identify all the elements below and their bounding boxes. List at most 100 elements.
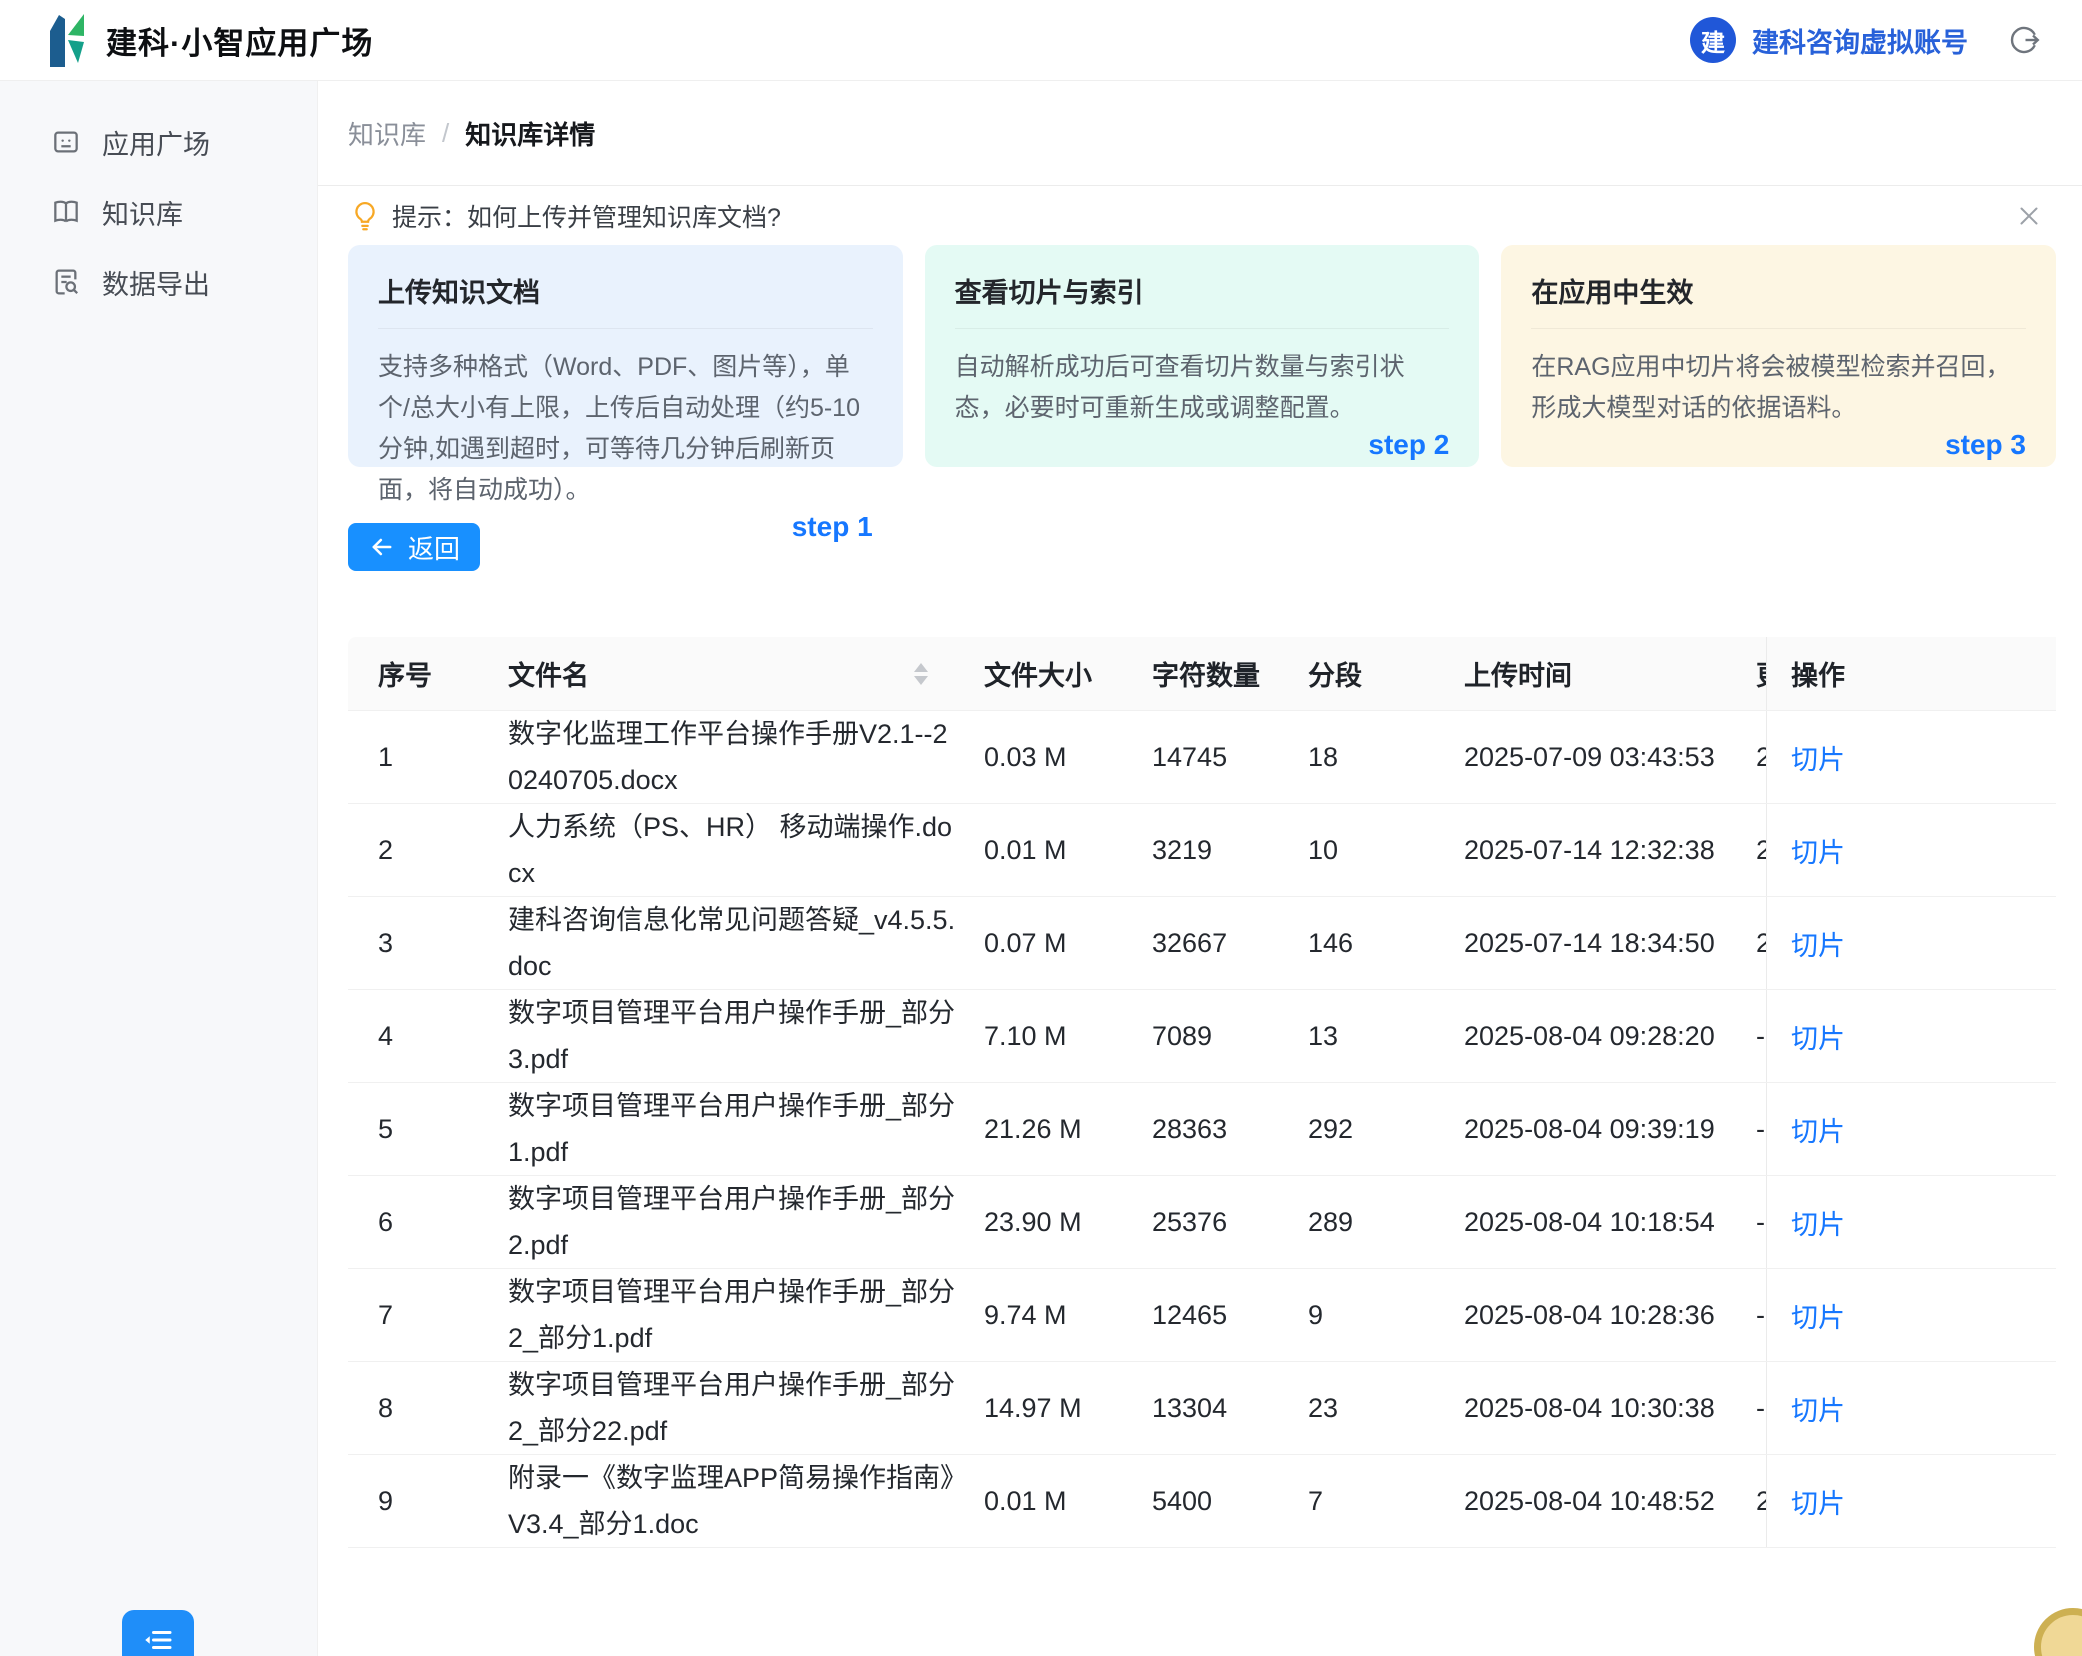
file-size: 14.97 M: [984, 1393, 1152, 1424]
column-header-uploadtime: 上传时间: [1464, 654, 1756, 693]
actions-cell: 切片: [1766, 1362, 2056, 1454]
char-count: 7089: [1152, 1021, 1308, 1052]
sidebar-item-data-export[interactable]: 数据导出: [0, 247, 317, 317]
file-size: 0.01 M: [984, 1486, 1152, 1517]
slice-link[interactable]: 切片: [1791, 1482, 1845, 1521]
row-number: 9: [348, 1486, 508, 1517]
sort-caret-icon[interactable]: [914, 663, 928, 685]
card-title: 上传知识文档: [378, 271, 873, 329]
logout-icon[interactable]: [2006, 22, 2042, 58]
file-name: 建科咨询信息化常见问题答疑_v4.5.5.doc: [508, 897, 984, 989]
actions-cell: 切片: [1766, 1176, 2056, 1268]
breadcrumb: 知识库 / 知识库详情: [318, 81, 2082, 186]
file-name: 数字项目管理平台用户操作手册_部分1.pdf: [508, 1083, 984, 1175]
sidebar-item-label: 应用广场: [102, 123, 210, 162]
main-content: 知识库 / 知识库详情 提示：如何上传并管理知识库文档?: [318, 81, 2082, 1656]
column-header-filename[interactable]: 文件名: [508, 654, 984, 693]
app-plaza-robot-icon: [50, 126, 82, 158]
slice-link[interactable]: 切片: [1791, 831, 1845, 870]
upload-time: 2025-08-04 10:28:36: [1464, 1300, 1756, 1331]
truncated-cell: 2: [1756, 928, 1766, 959]
card-body: 支持多种格式（Word、PDF、图片等），单个/总大小有上限，上传后自动处理（约…: [378, 329, 873, 511]
slice-link[interactable]: 切片: [1791, 924, 1845, 963]
actions-cell: 切片: [1766, 897, 2056, 989]
char-count: 13304: [1152, 1393, 1308, 1424]
close-icon[interactable]: [2014, 201, 2044, 231]
card-body: 自动解析成功后可查看切片数量与索引状态，必要时可重新生成或调整配置。: [955, 329, 1450, 429]
actions-cell: 切片: [1766, 990, 2056, 1082]
step-card-slices: 查看切片与索引 自动解析成功后可查看切片数量与索引状态，必要时可重新生成或调整配…: [925, 245, 1480, 467]
upload-time: 2025-07-14 18:34:50: [1464, 928, 1756, 959]
char-count: 14745: [1152, 742, 1308, 773]
account-name[interactable]: 建科咨询虚拟账号: [1752, 21, 1968, 60]
upload-time: 2025-08-04 09:39:19: [1464, 1114, 1756, 1145]
file-name: 数字项目管理平台用户操作手册_部分2_部分1.pdf: [508, 1269, 984, 1361]
column-header-charcount: 字符数量: [1152, 654, 1308, 693]
slice-link[interactable]: 切片: [1791, 1203, 1845, 1242]
table-row: 8 数字项目管理平台用户操作手册_部分2_部分22.pdf 14.97 M 13…: [348, 1362, 2056, 1455]
page: 建科·小智应用广场 建 建科咨询虚拟账号: [0, 0, 2082, 1656]
breadcrumb-parent-link[interactable]: 知识库: [348, 115, 426, 152]
app-body: 应用广场 知识库: [0, 81, 2082, 1656]
step-card-apply: 在应用中生效 在RAG应用中切片将会被模型检索并召回，形成大模型对话的依据语料。…: [1501, 245, 2056, 467]
segment-count: 146: [1308, 928, 1464, 959]
sidebar-item-label: 知识库: [102, 193, 183, 232]
table-row: 3 建科咨询信息化常见问题答疑_v4.5.5.doc 0.07 M 32667 …: [348, 897, 2056, 990]
column-header-segments: 分段: [1308, 654, 1464, 693]
collapse-sidebar-button[interactable]: [122, 1610, 194, 1656]
table-body: 1 数字化监理工作平台操作手册V2.1--20240705.docx 0.03 …: [348, 711, 2056, 1548]
card-title: 在应用中生效: [1531, 271, 2026, 329]
truncated-cell: 2: [1756, 835, 1766, 866]
step-cards: 上传知识文档 支持多种格式（Word、PDF、图片等），单个/总大小有上限，上传…: [348, 245, 2056, 467]
actions-cell: 切片: [1766, 711, 2056, 803]
upload-time: 2025-08-04 10:48:52: [1464, 1486, 1756, 1517]
row-number: 3: [348, 928, 508, 959]
slice-link[interactable]: 切片: [1791, 1110, 1845, 1149]
file-name: 数字项目管理平台用户操作手册_部分2.pdf: [508, 1176, 984, 1268]
breadcrumb-current: 知识库详情: [465, 115, 595, 152]
char-count: 28363: [1152, 1114, 1308, 1145]
sidebar-item-label: 数据导出: [102, 263, 210, 302]
row-number: 8: [348, 1393, 508, 1424]
sidebar-item-app-plaza[interactable]: 应用广场: [0, 107, 317, 177]
table-row: 1 数字化监理工作平台操作手册V2.1--20240705.docx 0.03 …: [348, 711, 2056, 804]
truncated-cell: -: [1756, 1300, 1766, 1331]
column-header-truncated: 更: [1756, 654, 1766, 693]
breadcrumb-separator: /: [442, 118, 449, 149]
lightbulb-icon: [350, 200, 380, 232]
slice-link[interactable]: 切片: [1791, 1017, 1845, 1056]
upload-time: 2025-08-04 09:28:20: [1464, 1021, 1756, 1052]
knowledge-base-book-icon: [50, 196, 82, 228]
table-row: 9 附录一《数字监理APP简易操作指南》V3.4_部分1.doc 0.01 M …: [348, 1455, 2056, 1548]
sidebar-item-knowledge-base[interactable]: 知识库: [0, 177, 317, 247]
char-count: 32667: [1152, 928, 1308, 959]
file-name: 数字化监理工作平台操作手册V2.1--20240705.docx: [508, 711, 984, 803]
row-number: 5: [348, 1114, 508, 1145]
brand: 建科·小智应用广场: [38, 9, 373, 72]
truncated-cell: 2: [1756, 742, 1766, 773]
slice-link[interactable]: 切片: [1791, 1296, 1845, 1335]
segment-count: 292: [1308, 1114, 1464, 1145]
file-name: 数字项目管理平台用户操作手册_部分2_部分22.pdf: [508, 1362, 984, 1454]
char-count: 25376: [1152, 1207, 1308, 1238]
upload-time: 2025-07-14 12:32:38: [1464, 835, 1756, 866]
row-number: 4: [348, 1021, 508, 1052]
truncated-cell: -: [1756, 1393, 1766, 1424]
char-count: 3219: [1152, 835, 1308, 866]
segment-count: 289: [1308, 1207, 1464, 1238]
tip-row: 提示：如何上传并管理知识库文档?: [318, 186, 2082, 245]
slice-link[interactable]: 切片: [1791, 1389, 1845, 1428]
step-card-upload: 上传知识文档 支持多种格式（Word、PDF、图片等），单个/总大小有上限，上传…: [348, 245, 903, 467]
column-header-filesize: 文件大小: [984, 654, 1152, 693]
table-row: 5 数字项目管理平台用户操作手册_部分1.pdf 21.26 M 28363 2…: [348, 1083, 2056, 1176]
segment-count: 7: [1308, 1486, 1464, 1517]
documents-table: 序号 文件名 文件大小 字符数量 分段 上传时间 更 操作 1 数字化监: [348, 637, 2056, 1548]
char-count: 12465: [1152, 1300, 1308, 1331]
upload-time: 2025-08-04 10:18:54: [1464, 1207, 1756, 1238]
table-header-row: 序号 文件名 文件大小 字符数量 分段 上传时间 更 操作: [348, 637, 2056, 711]
slice-link[interactable]: 切片: [1791, 738, 1845, 777]
back-arrow-icon: [368, 533, 396, 561]
avatar[interactable]: 建: [1690, 17, 1736, 63]
file-size: 9.74 M: [984, 1300, 1152, 1331]
file-size: 0.01 M: [984, 835, 1152, 866]
